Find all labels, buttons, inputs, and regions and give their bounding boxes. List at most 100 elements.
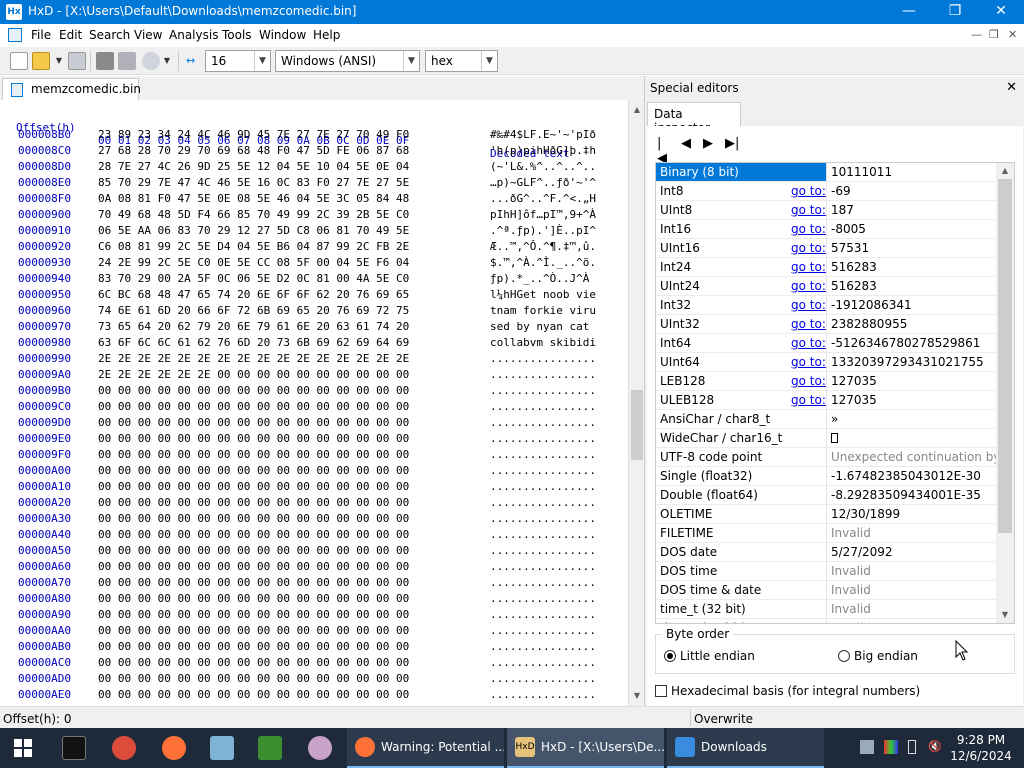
- row-decoded-text[interactable]: pIhH]ôf…pI™,9+^À: [490, 208, 596, 221]
- row-bytes[interactable]: 06 5E AA 06 83 70 29 12 27 5D C8 06 81 7…: [98, 224, 409, 237]
- goto-link[interactable]: go to:: [791, 203, 826, 217]
- inspector-value[interactable]: 127035: [831, 374, 996, 388]
- inspector-row[interactable]: Double (float64) -8.29283509434001E-35: [656, 486, 996, 505]
- row-decoded-text[interactable]: Æ..™,^Ô.^¶.‡™,û.: [490, 240, 596, 253]
- row-decoded-text[interactable]: ................: [490, 576, 596, 589]
- scroll-thumb[interactable]: [998, 179, 1012, 533]
- row-decoded-text[interactable]: ................: [490, 592, 596, 605]
- inspector-row[interactable]: DOS time & date Invalid: [656, 581, 996, 600]
- inspector-value[interactable]: Invalid: [831, 564, 996, 578]
- inspector-value[interactable]: 57531: [831, 241, 996, 255]
- row-decoded-text[interactable]: (~'L&.%^..^..^..: [490, 160, 596, 173]
- row-bytes[interactable]: 83 70 29 00 2A 5F 0C 06 5E D2 0C 81 00 4…: [98, 272, 409, 285]
- goto-link[interactable]: go to:: [791, 184, 826, 198]
- row-decoded-text[interactable]: ................: [490, 448, 596, 461]
- inspector-value[interactable]: Invalid: [831, 602, 996, 616]
- terminal-icon[interactable]: [62, 736, 86, 760]
- inspector-value[interactable]: Invalid: [831, 583, 996, 597]
- inspector-row[interactable]: UInt24 go to: 516283: [656, 277, 996, 296]
- new-file-icon[interactable]: [10, 52, 28, 70]
- scroll-up-icon[interactable]: ▲: [629, 102, 645, 118]
- inspector-row[interactable]: Binary (8 bit) 10111011: [656, 163, 996, 182]
- menu-window[interactable]: Window: [259, 28, 306, 42]
- row-decoded-text[interactable]: ................: [490, 688, 596, 701]
- row-bytes[interactable]: 00 00 00 00 00 00 00 00 00 00 00 00 00 0…: [98, 672, 409, 685]
- row-decoded-text[interactable]: ................: [490, 640, 596, 653]
- inspector-row[interactable]: WideChar / char16_t: [656, 429, 996, 448]
- goto-link[interactable]: go to:: [791, 241, 826, 255]
- row-bytes[interactable]: 00 00 00 00 00 00 00 00 00 00 00 00 00 0…: [98, 464, 409, 477]
- row-decoded-text[interactable]: ................: [490, 352, 596, 365]
- goto-link[interactable]: go to:: [791, 279, 826, 293]
- row-decoded-text[interactable]: ƒp).*_..^Ò..J^À: [490, 272, 589, 285]
- inspector-value[interactable]: Unexpected continuation byte: [831, 450, 996, 464]
- inspector-value[interactable]: 5/27/2092: [831, 545, 996, 559]
- mdi-close-icon[interactable]: ✕: [1008, 28, 1017, 41]
- save-all-icon[interactable]: [118, 52, 136, 70]
- menu-search[interactable]: Search: [89, 28, 130, 42]
- row-bytes[interactable]: C6 08 81 99 2C 5E D4 04 5E B6 04 87 99 2…: [98, 240, 409, 253]
- row-decoded-text[interactable]: ...ðG^..^F.^<.„H: [490, 192, 596, 205]
- row-bytes[interactable]: 00 00 00 00 00 00 00 00 00 00 00 00 00 0…: [98, 432, 409, 445]
- chart-app-icon[interactable]: [258, 736, 282, 760]
- row-decoded-text[interactable]: ................: [490, 384, 596, 397]
- taskbar-hxd[interactable]: HxD HxD - [X:\Users\De...: [507, 728, 664, 768]
- row-bytes[interactable]: 2E 2E 2E 2E 2E 2E 2E 2E 2E 2E 2E 2E 2E 2…: [98, 352, 409, 365]
- row-bytes[interactable]: 00 00 00 00 00 00 00 00 00 00 00 00 00 0…: [98, 480, 409, 493]
- mdi-restore-icon[interactable]: ❐: [989, 28, 999, 41]
- inspector-value[interactable]: 2382880955: [831, 317, 996, 331]
- menu-view[interactable]: View: [134, 28, 162, 42]
- row-bytes[interactable]: 00 00 00 00 00 00 00 00 00 00 00 00 00 0…: [98, 512, 409, 525]
- inspector-scrollbar[interactable]: ▲ ▼: [996, 163, 1014, 623]
- row-decoded-text[interactable]: ................: [490, 496, 596, 509]
- inspector-value[interactable]: -69: [831, 184, 996, 198]
- row-decoded-text[interactable]: ................: [490, 560, 596, 573]
- inspector-row[interactable]: Int16 go to: -8005: [656, 220, 996, 239]
- goto-link[interactable]: go to:: [791, 336, 826, 350]
- last-icon[interactable]: ▶|: [725, 136, 739, 151]
- notepad-icon[interactable]: [210, 736, 234, 760]
- row-bytes[interactable]: 00 00 00 00 00 00 00 00 00 00 00 00 00 0…: [98, 688, 409, 701]
- inspector-grid[interactable]: Binary (8 bit) 10111011 Int8 go to: -69 UInt8…: [655, 162, 1015, 624]
- goto-link[interactable]: go to:: [791, 355, 826, 369]
- inspector-row[interactable]: UInt8 go to: 187: [656, 201, 996, 220]
- inspector-value[interactable]: -1912086341: [831, 298, 996, 312]
- goto-link[interactable]: go to:: [791, 317, 826, 331]
- row-bytes[interactable]: 73 65 64 20 62 79 20 6E 79 61 6E 20 63 6…: [98, 320, 409, 333]
- row-decoded-text[interactable]: …p)~GLF^..ƒð'~'^: [490, 176, 596, 189]
- muted-speaker-icon[interactable]: 🔇: [928, 740, 942, 754]
- inspector-value[interactable]: 12/30/1899: [831, 507, 996, 521]
- row-decoded-text[interactable]: ................: [490, 416, 596, 429]
- inspector-row[interactable]: UTF-8 code point Unexpected continuation …: [656, 448, 996, 467]
- row-decoded-text[interactable]: tnam forkie viru: [490, 304, 596, 317]
- open-folder-icon[interactable]: [32, 52, 50, 70]
- inspector-value[interactable]: 127035: [831, 393, 996, 407]
- status-mode[interactable]: Overwrite: [694, 712, 753, 726]
- goto-link[interactable]: go to:: [791, 374, 826, 388]
- row-decoded-text[interactable]: ................: [490, 480, 596, 493]
- inspector-row[interactable]: Int32 go to: -1912086341: [656, 296, 996, 315]
- paint-icon[interactable]: [308, 736, 332, 760]
- inspector-value[interactable]: 13320397293431021755: [831, 355, 996, 369]
- inspector-row[interactable]: Int24 go to: 516283: [656, 258, 996, 277]
- row-decoded-text[interactable]: 'h(p)pihHðG]þ.‡h: [490, 144, 596, 157]
- row-bytes[interactable]: 27 68 28 70 29 70 69 68 48 F0 47 5D FE 0…: [98, 144, 409, 157]
- taskbar-clock[interactable]: 9:28 PM 12/6/2024: [950, 732, 1012, 764]
- open-dropdown-icon[interactable]: ▼: [54, 52, 64, 70]
- row-bytes[interactable]: 00 00 00 00 00 00 00 00 00 00 00 00 00 0…: [98, 528, 409, 541]
- row-bytes[interactable]: 6C BC 68 48 47 65 74 20 6E 6F 6F 62 20 7…: [98, 288, 409, 301]
- network-icon[interactable]: [860, 740, 874, 754]
- offset-base-select[interactable]: hex ▼: [425, 50, 498, 72]
- inspector-value[interactable]: -8005: [831, 222, 996, 236]
- inspector-row[interactable]: LEB128 go to: 127035: [656, 372, 996, 391]
- row-decoded-text[interactable]: .^ª.ƒp).']È..pI^: [490, 224, 596, 237]
- row-bytes[interactable]: 00 00 00 00 00 00 00 00 00 00 00 00 00 0…: [98, 496, 409, 509]
- close-file-icon[interactable]: [96, 52, 114, 70]
- firefox-icon[interactable]: [162, 736, 186, 760]
- row-bytes[interactable]: 63 6F 6C 6C 61 62 76 6D 20 73 6B 69 62 6…: [98, 336, 409, 349]
- goto-link[interactable]: go to:: [791, 260, 826, 274]
- inspector-value[interactable]: [831, 431, 996, 446]
- charset-select[interactable]: Windows (ANSI) ▼: [275, 50, 420, 72]
- row-decoded-text[interactable]: l¼hHGet noob vie: [490, 288, 596, 301]
- row-decoded-text[interactable]: collabvm skibidi: [490, 336, 596, 349]
